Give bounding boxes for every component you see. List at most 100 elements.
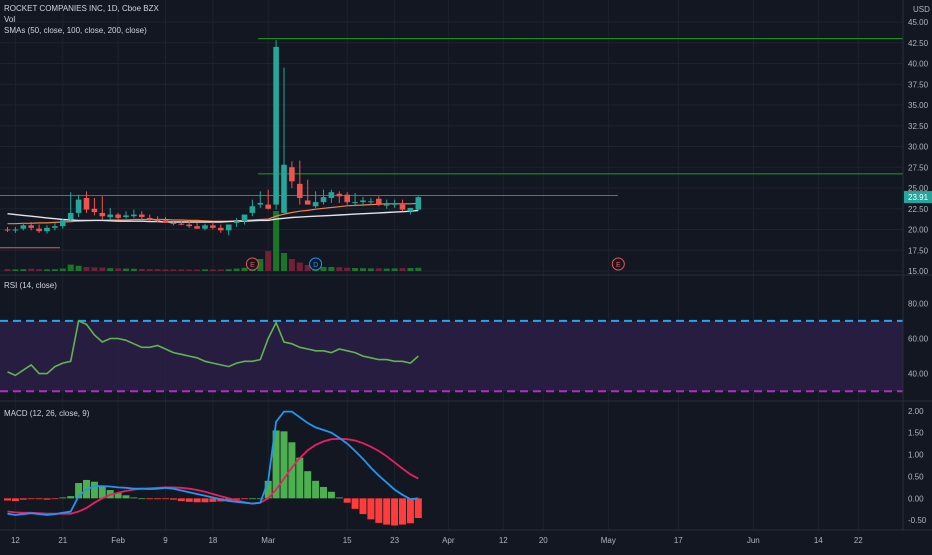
- price-tick-label: 42.50: [908, 39, 929, 48]
- candle-body[interactable]: [328, 192, 335, 198]
- volume-bar: [12, 269, 19, 271]
- macd-histogram-bar: [327, 491, 335, 499]
- macd-histogram-bar: [146, 498, 154, 500]
- volume-bar: [36, 269, 43, 271]
- candle-body[interactable]: [83, 197, 90, 210]
- price-tick-label: 37.50: [908, 80, 929, 89]
- x-tick-label: 20: [539, 536, 548, 545]
- volume-bar: [162, 269, 169, 271]
- candle-body[interactable]: [123, 215, 129, 218]
- macd-tick-label: 0.00: [908, 494, 924, 503]
- candle-body[interactable]: [170, 222, 177, 224]
- candle-body[interactable]: [289, 167, 295, 182]
- macd-histogram-bar: [391, 498, 399, 526]
- candle-body[interactable]: [391, 203, 398, 205]
- volume-bar: [75, 265, 82, 271]
- candle-body[interactable]: [218, 227, 224, 231]
- candle-body[interactable]: [415, 197, 422, 210]
- candle-body[interactable]: [241, 214, 248, 222]
- candle-body[interactable]: [139, 214, 145, 218]
- candle-body[interactable]: [320, 197, 327, 203]
- candle-body[interactable]: [146, 217, 153, 220]
- x-tick-label: Jun: [747, 536, 760, 545]
- volume-bar: [399, 268, 406, 271]
- macd-histogram-bar: [201, 498, 209, 503]
- macd-histogram-bar: [51, 498, 59, 500]
- price-legend[interactable]: ROCKET COMPANIES INC, 1D, Cboe BZX Vol S…: [4, 3, 159, 36]
- macd-histogram-bar: [19, 498, 27, 500]
- candle-body[interactable]: [75, 199, 82, 213]
- candle-body[interactable]: [336, 193, 343, 197]
- candle-body[interactable]: [91, 208, 98, 213]
- vol-label[interactable]: Vol: [4, 14, 159, 25]
- candle-body[interactable]: [4, 229, 11, 231]
- price-tick-label: 45.00: [908, 18, 929, 27]
- candle-body[interactable]: [273, 46, 279, 205]
- candle-body[interactable]: [399, 204, 406, 210]
- candle-body[interactable]: [383, 204, 390, 206]
- candle-body[interactable]: [257, 202, 264, 205]
- candle-body[interactable]: [265, 204, 271, 209]
- candle-body[interactable]: [28, 225, 34, 228]
- volume-bar: [67, 264, 74, 271]
- candle-body[interactable]: [202, 225, 208, 229]
- volume-bar: [225, 269, 232, 271]
- candle-body[interactable]: [60, 220, 66, 227]
- candle-body[interactable]: [44, 227, 50, 232]
- volume-bar: [415, 267, 422, 271]
- candle-body[interactable]: [36, 228, 42, 232]
- candle-body[interactable]: [194, 226, 200, 229]
- candle-body[interactable]: [297, 183, 303, 198]
- candle-body[interactable]: [249, 206, 256, 213]
- volume-bar: [154, 269, 161, 271]
- volume-bar: [99, 267, 106, 271]
- trading-chart[interactable]: E D E USD 12 21 Feb 9 18 Mar 15 23 Apr 12 20 May 17 Jun…: [0, 0, 932, 550]
- candle-body[interactable]: [233, 221, 240, 223]
- candle-body[interactable]: [407, 207, 414, 212]
- candle-body[interactable]: [20, 225, 27, 229]
- candle-body[interactable]: [186, 224, 192, 227]
- candle-body[interactable]: [154, 219, 161, 222]
- rsi-label[interactable]: RSI (14, close): [4, 280, 57, 291]
- candle-body[interactable]: [107, 214, 113, 218]
- candle-body[interactable]: [178, 223, 185, 225]
- macd-histogram-bar: [296, 457, 304, 499]
- macd-histogram-bar: [169, 498, 177, 500]
- candle-body[interactable]: [304, 200, 311, 205]
- rsi-pane[interactable]: [0, 319, 903, 393]
- candle-body[interactable]: [344, 194, 350, 203]
- x-tick-label: 12: [499, 536, 508, 545]
- price-tick-label: 22.50: [908, 205, 929, 214]
- chart-canvas[interactable]: E D E USD 12 21 Feb 9 18 Mar 15 23 Apr 12 20 May 17 Jun…: [0, 0, 932, 550]
- candle-body[interactable]: [210, 225, 216, 228]
- candle-body[interactable]: [162, 220, 169, 223]
- macd-histogram-bar: [122, 495, 130, 499]
- macd-histogram-bar: [185, 498, 193, 502]
- volume-bar: [391, 268, 398, 271]
- candle-body[interactable]: [225, 224, 232, 231]
- macd-label[interactable]: MACD (12, 26, close, 9): [4, 408, 89, 419]
- volume-bar: [233, 268, 240, 271]
- candle-body[interactable]: [281, 164, 287, 213]
- sma-label[interactable]: SMAs (50, close, 100, close, 200, close): [4, 25, 159, 36]
- macd-histogram-bar: [312, 480, 320, 499]
- candle-body[interactable]: [360, 200, 366, 203]
- macd-legend[interactable]: MACD (12, 26, close, 9): [4, 408, 89, 419]
- candle-body[interactable]: [376, 198, 382, 204]
- candle-body[interactable]: [115, 214, 121, 218]
- rsi-legend[interactable]: RSI (14, close): [4, 280, 57, 291]
- x-tick-label: 18: [208, 536, 217, 545]
- volume-bar: [28, 268, 35, 271]
- volume-bar: [344, 267, 351, 271]
- candle-body[interactable]: [67, 212, 74, 220]
- candle-body[interactable]: [352, 202, 358, 204]
- candle-body[interactable]: [99, 212, 106, 217]
- macd-histogram-bar: [27, 498, 35, 500]
- candle-body[interactable]: [12, 229, 19, 231]
- candle-body[interactable]: [52, 226, 58, 228]
- candle-body[interactable]: [312, 202, 319, 207]
- macd-histogram-bar: [67, 496, 75, 499]
- volume-bar: [107, 268, 114, 271]
- candle-body[interactable]: [368, 201, 374, 203]
- candle-body[interactable]: [131, 214, 137, 217]
